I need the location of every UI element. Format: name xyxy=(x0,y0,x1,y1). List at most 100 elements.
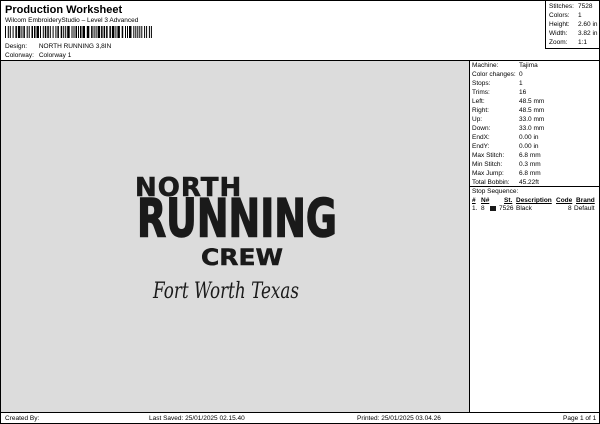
barcode-bar xyxy=(125,26,126,38)
col-hash: # xyxy=(472,197,476,204)
barcode-bar xyxy=(52,26,54,38)
barcode-bar xyxy=(133,26,135,38)
last-saved: Last Saved: 25/01/2025 02.15.40 xyxy=(149,415,245,422)
stat-stitches: Stitches: 7528 xyxy=(549,3,593,10)
barcode-bar xyxy=(117,26,120,38)
colorway-label: Colorway: xyxy=(5,52,34,59)
barcode-bar xyxy=(95,26,97,38)
col-stitches: St. xyxy=(504,197,513,204)
barcode-bar xyxy=(60,26,63,38)
stop-stitches: 7526 xyxy=(499,205,514,212)
worksheet-title: Production Worksheet xyxy=(5,4,123,16)
barcode-bar xyxy=(111,26,115,38)
embroidery-design: NORTH RUNNING CREW Fort Worth Texas xyxy=(135,173,338,303)
colorway-line: Colorway: Colorway 1 xyxy=(5,52,71,59)
printed-date: Printed: 25/01/2025 03.04.26 xyxy=(357,415,441,422)
design-text-fort-worth: Fort Worth Texas xyxy=(152,279,299,303)
col-brand: Brand xyxy=(576,197,595,204)
stop-code: 8 xyxy=(568,205,572,212)
barcode-bar xyxy=(21,26,23,38)
max-stitch-row: Max Stitch: 6.8 mm xyxy=(472,152,541,159)
color-changes-row: Color changes: 0 xyxy=(472,71,523,78)
design-text-running: RUNNING xyxy=(137,189,337,250)
barcode-bar xyxy=(42,26,44,38)
barcode-bar xyxy=(12,26,14,38)
barcode-bar xyxy=(15,26,17,38)
barcode-bar xyxy=(129,26,132,38)
worksheet-footer: Created By: Last Saved: 25/01/2025 02.15… xyxy=(1,412,600,424)
up-row: Up: 33.0 mm xyxy=(472,116,545,123)
barcode-bar xyxy=(26,26,28,38)
stat-colors: Colors: 1 xyxy=(549,12,582,19)
barcode-bar xyxy=(86,26,90,38)
design-label: Design: xyxy=(5,43,28,50)
barcode-bar xyxy=(73,26,75,38)
barcode-bar xyxy=(103,26,106,38)
trims-row: Trims: 16 xyxy=(472,89,527,96)
barcode-bar xyxy=(44,26,47,38)
barcode-bar xyxy=(82,26,85,38)
barcode-bar xyxy=(150,26,152,38)
machine-row: Machine: Tajima xyxy=(472,62,538,69)
stat-width: Width: 3.82 in xyxy=(549,30,598,37)
barcode-bar xyxy=(49,26,51,38)
machine-info-panel: Machine: Tajima Color changes: 0 Stops: 1 T… xyxy=(470,61,600,187)
barcode-bar xyxy=(93,26,95,38)
barcode-bar xyxy=(40,26,41,38)
barcode-bar xyxy=(115,26,117,38)
barcode-bar xyxy=(97,26,101,38)
stop-index: 1. xyxy=(472,205,478,212)
barcode-bar xyxy=(65,26,67,38)
barcode-bar xyxy=(91,26,93,38)
stat-zoom: Zoom: 1:1 xyxy=(549,39,588,46)
stop-needle: 8 xyxy=(481,205,485,212)
stop-brand: Default xyxy=(574,205,595,212)
stop-sequence-title: Stop Sequence: xyxy=(472,188,519,195)
barcode-bar xyxy=(141,26,143,38)
left-row: Left: 48.5 mm xyxy=(472,98,545,105)
color-swatch xyxy=(490,206,496,211)
barcode-bar xyxy=(9,26,11,38)
design-preview-canvas: NORTH RUNNING CREW Fort Worth Texas xyxy=(1,61,470,412)
barcode-bar xyxy=(121,26,124,38)
barcode-bar xyxy=(75,26,77,38)
barcode-bar xyxy=(148,26,150,38)
barcode-bar xyxy=(78,26,79,38)
stop-description: Black xyxy=(516,205,532,212)
barcode-bar xyxy=(101,26,103,38)
stat-height: Height: 2.60 in xyxy=(549,21,598,28)
barcode-bar xyxy=(109,26,111,38)
barcode-bar xyxy=(31,26,33,38)
stops-row: Stops: 1 xyxy=(472,80,523,87)
barcode-bar xyxy=(28,26,30,38)
total-bobbin-row: Total Bobbin: 45.22ft xyxy=(472,179,539,186)
barcode-bar xyxy=(7,26,9,38)
barcode-bar xyxy=(47,26,49,38)
software-name: Wilcom EmbroideryStudio – Level 3 Advanc… xyxy=(5,17,139,24)
down-row: Down: 33.0 mm xyxy=(472,125,545,132)
stop-sequence-panel: Stop Sequence: # N# St. Description Code… xyxy=(470,187,600,213)
barcode-bar xyxy=(146,26,148,38)
barcode-bar xyxy=(63,26,65,38)
col-description: Description xyxy=(516,197,552,204)
min-stitch-row: Min Stitch: 0.3 mm xyxy=(472,161,541,168)
barcode-bar xyxy=(17,26,21,38)
header-stats-box: Stitches: 7528 Colors: 1 Height: 2.60 in Wi… xyxy=(545,1,600,49)
barcode-bar xyxy=(36,26,39,38)
design-name: NORTH RUNNING 3,8IN xyxy=(38,43,112,50)
col-code: Code xyxy=(556,197,573,204)
barcode-bar xyxy=(127,26,128,38)
barcode-bar xyxy=(71,26,73,38)
barcode-bar xyxy=(135,26,137,38)
barcode-bar xyxy=(80,26,82,38)
barcode-bar xyxy=(57,26,59,38)
production-worksheet: Production Worksheet Wilcom EmbroiderySt… xyxy=(0,0,600,424)
barcode-bar xyxy=(55,26,57,38)
design-text-crew: CREW xyxy=(201,246,283,271)
col-needle: N# xyxy=(481,197,490,204)
barcode-bar xyxy=(67,26,70,38)
design-line: Design: NORTH RUNNING 3,8IN xyxy=(5,43,111,50)
endx-row: EndX: 0.00 in xyxy=(472,134,539,141)
created-by: Created By: xyxy=(5,415,40,422)
barcode-bar xyxy=(34,26,36,38)
